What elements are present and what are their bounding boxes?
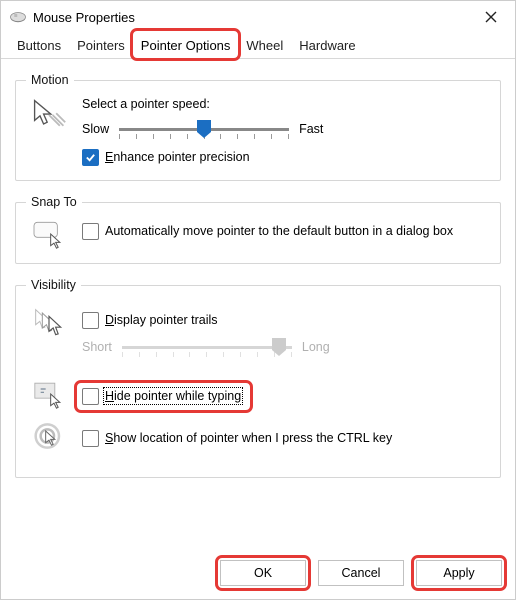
tab-hardware[interactable]: Hardware — [291, 33, 363, 58]
group-snapto: Snap To Automatically move pointer to th… — [15, 195, 501, 264]
tab-bar: Buttons Pointers Pointer Options Wheel H… — [1, 33, 515, 59]
trails-checkbox[interactable]: Display pointer trails — [82, 312, 490, 329]
cancel-button[interactable]: Cancel — [318, 560, 404, 586]
legend-visibility: Visibility — [26, 278, 81, 292]
close-button[interactable] — [473, 3, 509, 31]
trails-label: Display pointer trails — [105, 312, 218, 327]
window-title: Mouse Properties — [33, 10, 473, 25]
ok-button[interactable]: OK — [220, 560, 306, 586]
titlebar: Mouse Properties — [1, 1, 515, 33]
mouse-icon — [9, 10, 27, 24]
hide-typing-label: Hide pointer while typing — [105, 388, 241, 403]
hide-typing-checkbox[interactable]: Hide pointer while typing — [82, 388, 241, 405]
ctrl-location-label: Show location of pointer when I press th… — [105, 430, 392, 445]
ctrl-location-checkbox[interactable]: Show location of pointer when I press th… — [82, 430, 392, 447]
fast-label: Fast — [299, 122, 323, 136]
snapto-icon — [26, 219, 72, 249]
snapto-label: Automatically move pointer to the defaul… — [105, 223, 453, 238]
checkbox-icon — [82, 223, 99, 240]
enhance-precision-checkbox[interactable]: Enhance pointer precision — [82, 149, 490, 166]
pointer-speed-slider[interactable]: Slow Fast — [82, 119, 490, 139]
short-label: Short — [82, 340, 112, 354]
trails-icon — [26, 308, 72, 338]
checkbox-checked-icon — [82, 149, 99, 166]
enhance-precision-label: Enhance pointer precision — [105, 149, 250, 164]
trails-slider: Short Long — [82, 337, 490, 357]
hide-typing-icon — [26, 379, 72, 409]
tab-pointer-options[interactable]: Pointer Options — [133, 33, 239, 58]
legend-snapto: Snap To — [26, 195, 82, 209]
tab-content: Motion Select a pointer speed: Slow — [1, 59, 515, 478]
tab-buttons[interactable]: Buttons — [9, 33, 69, 58]
long-label: Long — [302, 340, 330, 354]
legend-motion: Motion — [26, 73, 74, 87]
slow-label: Slow — [82, 122, 109, 136]
snapto-checkbox[interactable]: Automatically move pointer to the defaul… — [82, 223, 490, 240]
checkbox-icon — [82, 312, 99, 329]
dialog-buttons: OK Cancel Apply — [0, 560, 516, 600]
tab-wheel[interactable]: Wheel — [238, 33, 291, 58]
checkbox-icon — [82, 388, 99, 405]
group-visibility: Visibility Display pointer trails Short — [15, 278, 501, 478]
group-motion: Motion Select a pointer speed: Slow — [15, 73, 501, 181]
motion-cursor-icon — [26, 97, 72, 133]
tab-pointers[interactable]: Pointers — [69, 33, 133, 58]
apply-button[interactable]: Apply — [416, 560, 502, 586]
ctrl-location-icon — [26, 421, 72, 451]
checkbox-icon — [82, 430, 99, 447]
pointer-speed-label: Select a pointer speed: — [82, 97, 490, 111]
